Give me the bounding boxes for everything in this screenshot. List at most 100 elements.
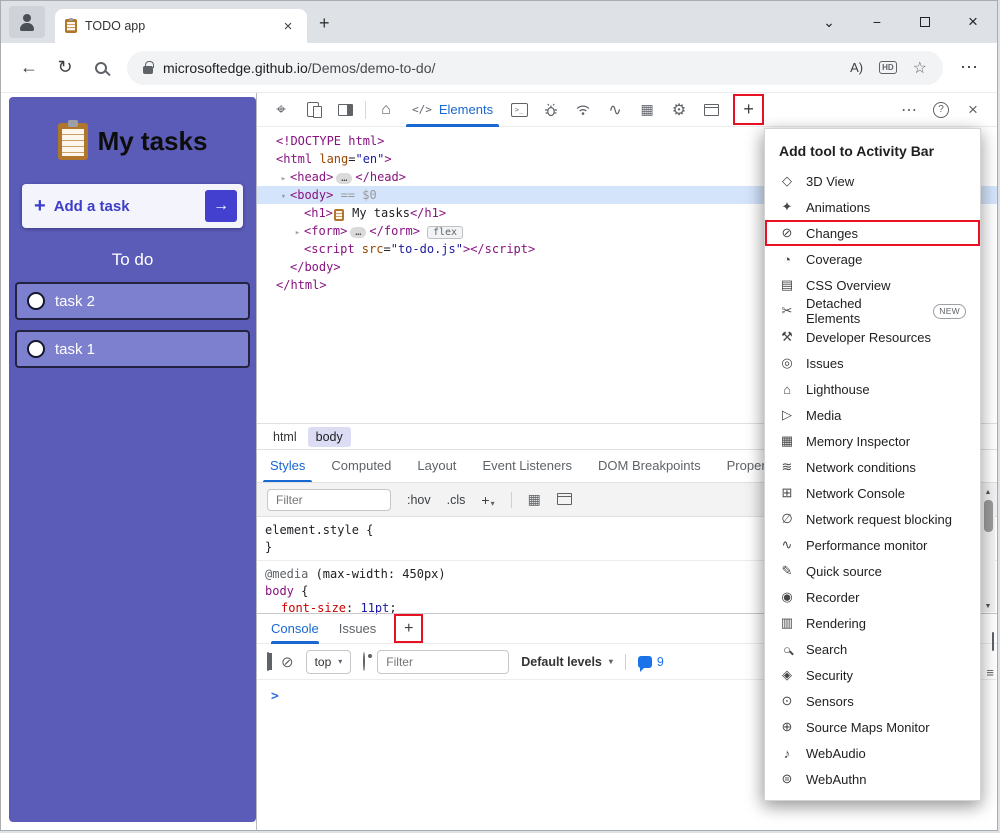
drawer-layout-button[interactable] [992,632,994,651]
application-panel-button[interactable] [695,93,727,127]
tab-event-listeners[interactable]: Event Listeners [469,450,585,482]
network-panel-button[interactable] [567,93,599,127]
menu-item-security[interactable]: ◈ Security [765,662,980,688]
back-button[interactable]: ← [11,50,47,86]
device-emulation-button[interactable] [297,93,329,127]
scroll-up-icon[interactable]: ▲ [985,488,992,498]
devtools-close-button[interactable]: × [957,93,989,127]
settings-button[interactable]: ⚙ [663,93,695,127]
memory-panel-button[interactable]: ▦ [631,93,663,127]
browser-menu-button[interactable]: ⋯ [951,50,987,86]
menu-item-quick-source[interactable]: ✎ Quick source [765,558,980,584]
menu-item-label: Security [806,667,853,683]
tab-console[interactable]: Console [271,614,319,644]
performance-panel-button[interactable]: ∿ [599,93,631,127]
menu-item-sensors[interactable]: ⊙ Sensors [765,688,980,714]
live-expression-eye-button[interactable] [363,651,366,671]
menu-item-label: Network conditions [806,459,916,475]
element-classes-button[interactable]: .cls [447,493,466,507]
tab-issues[interactable]: Issues [339,614,377,644]
new-tab-button[interactable]: + [307,13,342,43]
console-sidebar-toggle-button[interactable] [267,651,269,671]
task-checkbox[interactable] [27,340,45,358]
debugger-panel-button[interactable] [535,93,567,127]
menu-item-search[interactable]: ○ Search [765,636,980,662]
tab-dom-breakpoints[interactable]: DOM Breakpoints [585,450,714,482]
menu-item-css-overview[interactable]: ▤ CSS Overview [765,272,980,298]
menu-item-recorder[interactable]: ◉ Recorder [765,584,980,610]
menu-item-rendering[interactable]: ▥ Rendering [765,610,980,636]
tab-layout[interactable]: Layout [404,450,469,482]
menu-item-animations[interactable]: ✦ Animations [765,194,980,220]
window-dropdown-button[interactable]: ⌄ [805,1,853,43]
devtools-help-button[interactable]: ? [925,93,957,127]
reload-button[interactable]: ↻ [47,50,83,86]
sidebar-icon [267,651,269,671]
window-maximize-button[interactable] [901,1,949,43]
menu-item-memory-inspector[interactable]: ▦ Memory Inspector [765,428,980,454]
toggle-element-state-button[interactable]: :hov [407,493,431,507]
add-task-button[interactable]: + Add a task → [22,184,243,228]
collapse-arrow-icon[interactable]: ▾ [277,188,290,206]
favorites-star-icon[interactable]: ☆ [913,58,927,78]
task-item[interactable]: task 2 [15,282,250,320]
network-request-blocking-icon: ∅ [781,511,793,526]
menu-item-detached-elements[interactable]: ✂ Detached Elements NEW [765,296,980,326]
context-selector[interactable]: top ▾ [305,649,352,674]
task-checkbox[interactable] [27,292,45,310]
menu-item-3d-view[interactable]: ◇ 3D View [765,168,980,194]
rendering-emulations-icon[interactable]: ▦ [528,491,541,508]
scrollbar-thumb[interactable] [983,500,993,532]
breadcrumb-item[interactable]: body [307,426,351,447]
menu-item-network-conditions[interactable]: ≋ Network conditions [765,454,980,480]
message-count: 9 [656,654,664,669]
console-filter-input[interactable] [377,649,510,674]
activity-bar-location-button[interactable] [329,93,361,127]
messages-count[interactable]: 9 [637,654,664,672]
menu-item-network-console[interactable]: ⊞ Network Console [765,480,980,506]
menu-item-network-request-blocking[interactable]: ∅ Network request blocking [765,506,980,532]
console-settings-button[interactable]: ≡ [986,665,994,680]
menu-item-webaudio[interactable]: ♪ WebAudio [765,740,980,766]
log-levels-dropdown[interactable]: Default levels ▾ [521,655,613,669]
console-panel-button[interactable]: >_ [503,93,535,127]
menu-item-issues[interactable]: ◎ Issues [765,350,980,376]
drawer-more-tools-button[interactable]: + [394,614,424,643]
menu-item-media[interactable]: ▷ Media [765,402,980,428]
recorder-icon: ◉ [781,589,793,604]
menu-item-webauthn[interactable]: ⊜ WebAuthn [765,766,980,792]
window-minimize-button[interactable]: − [853,1,901,43]
menu-item-performance-monitor[interactable]: ∿ Performance monitor [765,532,980,558]
profile-button[interactable] [9,6,45,38]
menu-item-source-maps-monitor[interactable]: ⊕ Source Maps Monitor [765,714,980,740]
tab-close-icon[interactable]: × [279,18,297,35]
hd-icon[interactable]: HD [879,61,897,74]
more-tools-button[interactable]: + [733,94,765,125]
tab-styles[interactable]: Styles [257,450,318,482]
inspect-element-button[interactable]: ⌖ [265,93,297,127]
menu-item-developer-resources[interactable]: ⚒ Developer Resources [765,324,980,350]
window-close-button[interactable]: × [949,1,997,43]
read-aloud-icon[interactable]: A) [850,60,863,75]
breadcrumb-item[interactable]: html [265,427,305,447]
clear-console-button[interactable]: ⊘ [281,653,294,671]
scroll-down-icon[interactable]: ▼ [985,602,992,612]
styles-scrollbar[interactable]: ▲ ▼ [981,488,995,612]
tab-computed[interactable]: Computed [318,450,404,482]
styles-filter-input[interactable] [267,488,391,511]
address-bar[interactable]: microsoftedge.github.io/Demos/demo-to-do… [127,50,943,85]
menu-item-coverage[interactable]: ◔ Coverage [765,246,980,272]
computed-sidebar-toggle-icon[interactable] [556,492,572,508]
devtools-more-menu-button[interactable]: ⋯ [893,93,925,127]
submit-arrow-button[interactable]: → [205,190,237,222]
new-style-rule-button[interactable]: + ▾ [481,492,494,508]
search-icon [95,61,107,74]
menu-item-lighthouse[interactable]: ⌂ Lighthouse [765,376,980,402]
task-item[interactable]: task 1 [15,330,250,368]
search-button[interactable] [83,50,119,86]
css-brace: { [366,523,374,537]
browser-tab[interactable]: TODO app × [55,9,307,43]
home-panel-button[interactable]: ⌂ [370,93,402,127]
menu-item-changes[interactable]: ⊘ Changes [765,220,980,246]
tab-elements[interactable]: </> Elements [402,93,503,127]
